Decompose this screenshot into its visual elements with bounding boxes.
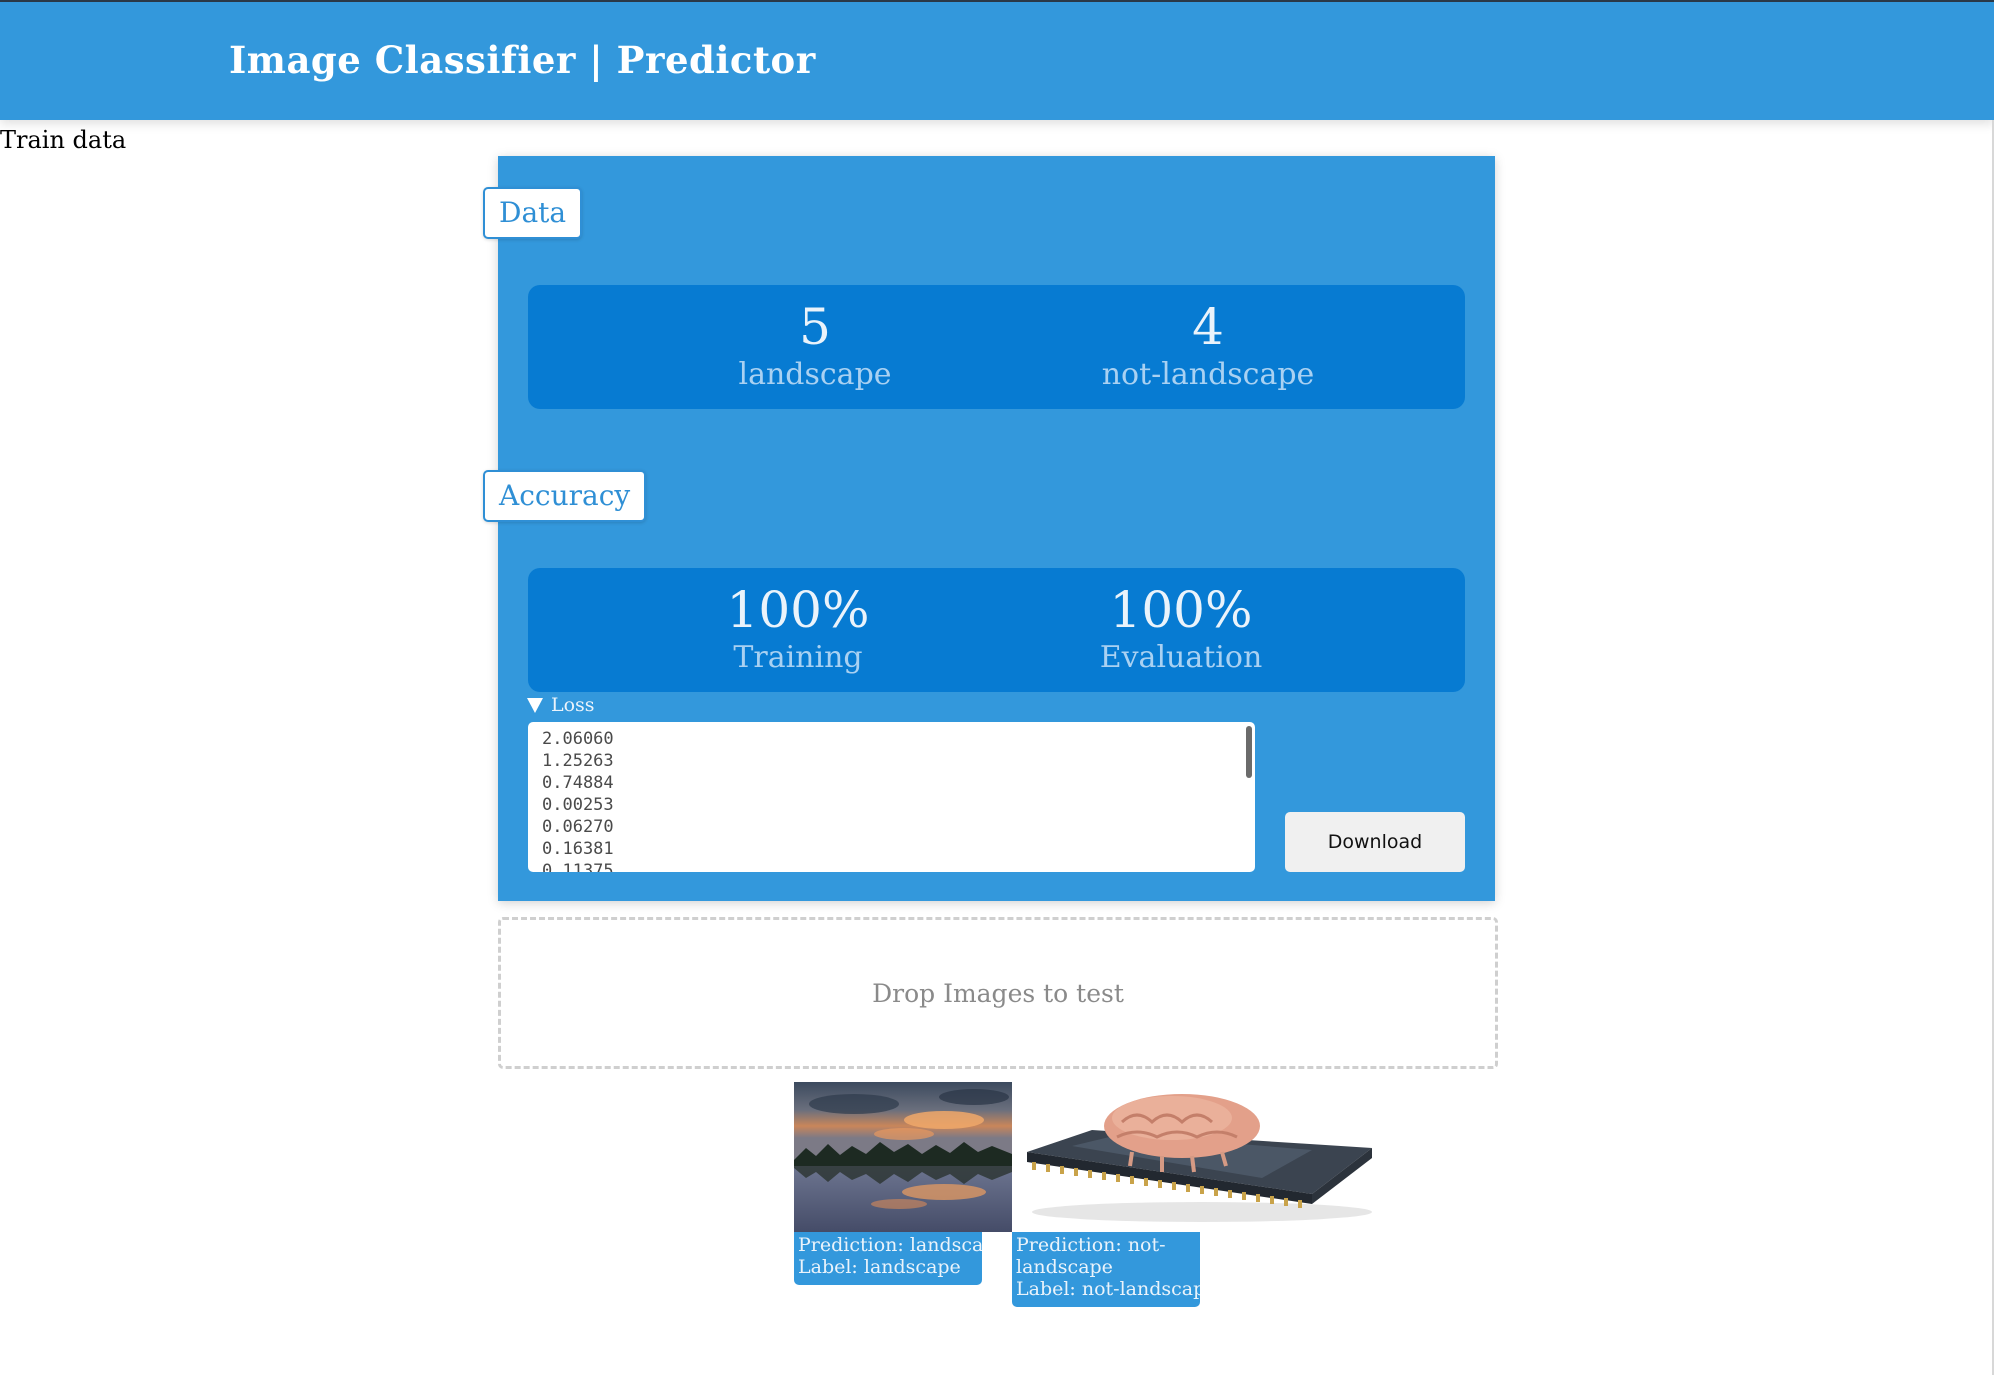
train-data-label: Train data (0, 126, 127, 154)
stat-evaluation-accuracy: 100% Evaluation (1100, 580, 1263, 676)
loss-line: 0.00253 (542, 795, 614, 815)
lake-sunset-image (794, 1082, 1012, 1232)
label-text: Label: not-landscape (1016, 1278, 1200, 1300)
header-bar: Image Classifier | Predictor (0, 2, 1994, 120)
stat-label: not-landscape (1101, 357, 1315, 392)
prediction-text: Prediction: landscape (798, 1234, 982, 1256)
caret-down-icon (527, 697, 543, 713)
prediction-text: Prediction: not-landscape (1016, 1234, 1166, 1278)
stat-value: 5 (799, 298, 831, 356)
stat-value: 4 (1192, 298, 1224, 356)
loss-line: 1.25263 (542, 751, 614, 771)
loss-line: 2.06060 (542, 729, 614, 749)
result-caption: Prediction: landscape Label: landscape (794, 1232, 982, 1285)
loss-textarea[interactable]: 2.06060 1.25263 0.74884 0.00253 0.06270 … (528, 722, 1255, 872)
stat-not-landscape: 4 not-landscape (1102, 297, 1315, 393)
brain-chip-image (1012, 1082, 1386, 1232)
loss-toggle[interactable]: Loss (527, 694, 595, 716)
result-card: Prediction: landscape Label: landscape (794, 1082, 1012, 1285)
stat-label: Training (733, 640, 863, 675)
result-caption: Prediction: not-landscape Label: not-lan… (1012, 1232, 1200, 1307)
stat-value: 100% (1109, 581, 1253, 639)
loss-line: 0.11375 (542, 861, 614, 872)
stat-landscape: 5 landscape (738, 297, 891, 393)
data-stats-box: 5 landscape 4 not-landscape (528, 285, 1465, 409)
stat-value: 100% (726, 581, 870, 639)
download-button[interactable]: Download (1285, 812, 1465, 872)
result-card: Prediction: not-landscape Label: not-lan… (1012, 1082, 1386, 1307)
stat-label: Evaluation (1099, 640, 1263, 675)
stat-label: landscape (738, 357, 892, 392)
data-section-tag: Data (483, 187, 583, 239)
loss-toggle-label: Loss (551, 694, 595, 716)
loss-line: 0.74884 (542, 773, 614, 793)
loss-line: 0.16381 (542, 839, 614, 859)
accuracy-stats-box: 100% Training 100% Evaluation (528, 568, 1465, 692)
loss-scrollbar[interactable] (1246, 726, 1252, 778)
image-dropzone[interactable]: Drop Images to test (498, 917, 1498, 1069)
label-text: Label: landscape (798, 1256, 961, 1278)
accuracy-section-tag: Accuracy (483, 470, 647, 522)
loss-line: 0.06270 (542, 817, 614, 837)
training-panel: Data 5 landscape 4 not-landscape Accurac… (483, 156, 1495, 901)
app-title: Image Classifier | Predictor (229, 38, 816, 82)
stat-training-accuracy: 100% Training (727, 580, 870, 676)
loss-values: 2.06060 1.25263 0.74884 0.00253 0.06270 … (542, 728, 614, 872)
